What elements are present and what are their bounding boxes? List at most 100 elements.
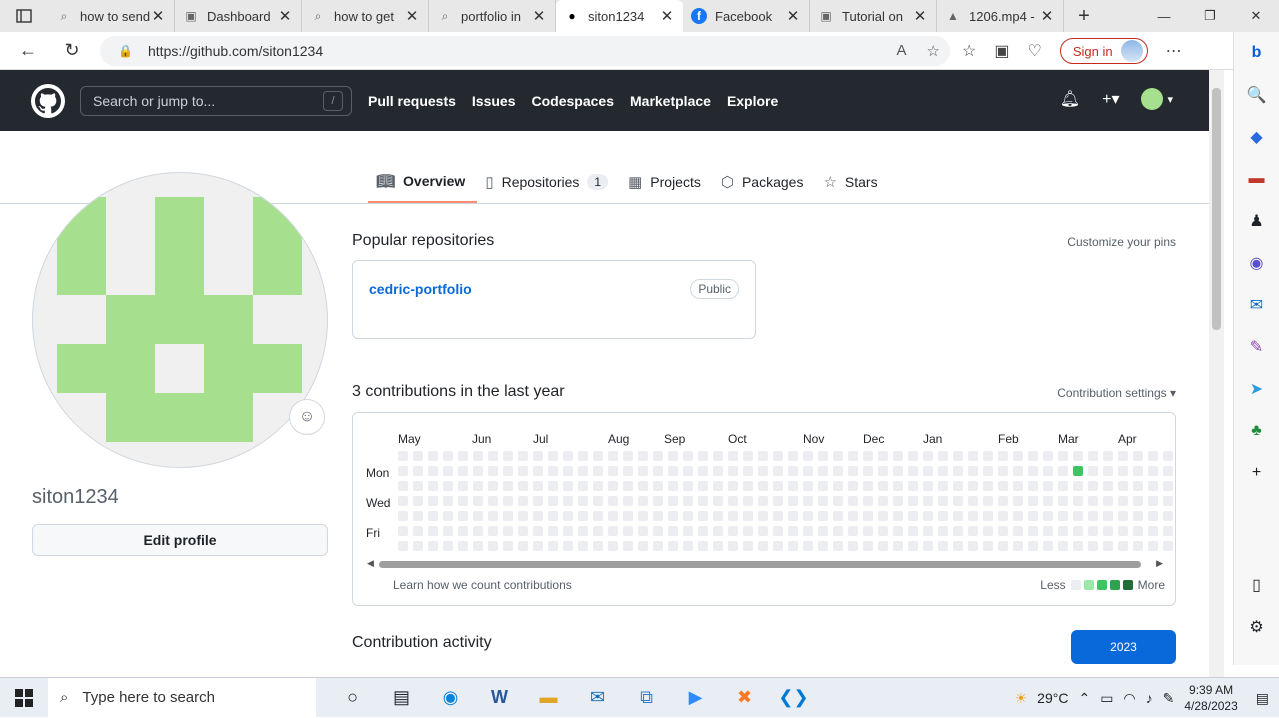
contribution-day-cell[interactable] [863, 481, 873, 491]
contribution-day-cell[interactable] [758, 526, 768, 536]
contribution-day-cell[interactable] [548, 481, 558, 491]
contribution-day-cell[interactable] [893, 496, 903, 506]
contribution-day-cell[interactable] [593, 496, 603, 506]
contribution-day-cell[interactable] [548, 511, 558, 521]
contribution-day-cell[interactable] [803, 496, 813, 506]
browser-tab-7[interactable]: ▲ 1206.mp4 - ✕ [937, 0, 1064, 32]
contribution-day-cell[interactable] [548, 526, 558, 536]
contribution-day-cell[interactable] [908, 481, 918, 491]
tools-icon[interactable]: ▬ [1234, 158, 1279, 200]
contribution-day-cell[interactable] [1103, 466, 1113, 476]
contribution-day-cell[interactable] [1058, 451, 1068, 461]
contribution-day-cell[interactable] [503, 541, 513, 551]
contribution-day-cell[interactable] [398, 541, 408, 551]
contribution-day-cell[interactable] [578, 526, 588, 536]
contribution-day-cell[interactable] [1088, 496, 1098, 506]
contribution-day-cell[interactable] [878, 541, 888, 551]
contribution-day-cell[interactable] [653, 496, 663, 506]
contribution-day-cell[interactable] [803, 481, 813, 491]
contribution-day-cell[interactable] [953, 511, 963, 521]
contribution-day-cell[interactable] [1028, 526, 1038, 536]
contribution-day-cell[interactable] [1043, 526, 1053, 536]
contribution-day-cell[interactable] [788, 496, 798, 506]
settings-gear-icon[interactable]: ⚙ [1234, 606, 1279, 648]
contribution-day-cell[interactable] [578, 466, 588, 476]
refresh-button[interactable]: ↻ [50, 40, 94, 61]
contribution-day-cell[interactable] [533, 451, 543, 461]
contribution-day-cell[interactable] [608, 541, 618, 551]
contribution-day-cell[interactable] [1148, 511, 1158, 521]
contribution-day-cell[interactable] [713, 511, 723, 521]
contribution-day-cell[interactable] [938, 511, 948, 521]
contribution-day-cell[interactable] [773, 541, 783, 551]
contribution-day-cell[interactable] [1073, 541, 1083, 551]
contribution-day-cell[interactable] [923, 466, 933, 476]
browser-tab-1[interactable]: ▣ Dashboard ✕ [175, 0, 302, 32]
contribution-day-cell[interactable] [848, 541, 858, 551]
calendar-scroll-thumb[interactable] [379, 561, 1141, 568]
contribution-day-cell[interactable] [413, 466, 423, 476]
contribution-day-cell[interactable] [473, 511, 483, 521]
contribution-day-cell[interactable] [1088, 526, 1098, 536]
contribution-day-cell[interactable] [608, 511, 618, 521]
contribution-day-cell[interactable] [848, 451, 858, 461]
contribution-day-cell[interactable] [788, 481, 798, 491]
contribution-day-cell[interactable] [983, 541, 993, 551]
contribution-day-cell[interactable] [788, 511, 798, 521]
contribution-day-cell[interactable] [668, 496, 678, 506]
contribution-day-cell[interactable] [413, 451, 423, 461]
repo-name-link[interactable]: cedric-portfolio [369, 281, 472, 297]
contribution-day-cell[interactable] [1133, 496, 1143, 506]
contribution-day-cell[interactable] [683, 481, 693, 491]
contribution-day-cell[interactable] [1118, 526, 1128, 536]
contribution-day-cell[interactable] [683, 466, 693, 476]
contribution-day-cell[interactable] [908, 451, 918, 461]
contribution-day-cell[interactable] [983, 466, 993, 476]
contribution-day-cell[interactable] [1028, 451, 1038, 461]
contribution-day-cell[interactable] [833, 466, 843, 476]
contribution-day-cell[interactable] [878, 526, 888, 536]
contribution-day-cell[interactable] [773, 466, 783, 476]
contribution-day-cell[interactable] [638, 526, 648, 536]
contribution-day-cell[interactable] [503, 481, 513, 491]
contribution-day-cell[interactable] [428, 451, 438, 461]
contribution-day-cell[interactable] [653, 481, 663, 491]
notifications-icon[interactable]: ▤ [1256, 690, 1269, 707]
favorites-icon[interactable]: ☆ [962, 41, 976, 61]
contribution-day-cell[interactable] [1148, 541, 1158, 551]
contribution-day-cell[interactable] [488, 451, 498, 461]
contribution-day-cell[interactable] [593, 481, 603, 491]
contribution-day-cell[interactable] [533, 481, 543, 491]
contribution-day-cell[interactable] [698, 481, 708, 491]
contribution-day-cell[interactable] [908, 541, 918, 551]
contribution-day-cell[interactable] [968, 466, 978, 476]
contribution-day-cell[interactable] [638, 451, 648, 461]
contribution-day-cell[interactable] [803, 526, 813, 536]
contribution-day-cell[interactable] [398, 466, 408, 476]
contribution-day-cell[interactable] [968, 481, 978, 491]
contribution-day-cell[interactable] [1013, 451, 1023, 461]
contribution-day-cell[interactable] [998, 451, 1008, 461]
profile-avatar[interactable] [32, 172, 328, 468]
contribution-day-cell[interactable] [908, 466, 918, 476]
contribution-day-cell[interactable] [728, 451, 738, 461]
contribution-day-cell[interactable] [878, 496, 888, 506]
contribution-day-cell[interactable] [983, 451, 993, 461]
contribution-day-cell[interactable] [533, 526, 543, 536]
volume-icon[interactable]: ♪ [1146, 690, 1153, 706]
taskbar-clock[interactable]: 9:39 AM 4/28/2023 [1184, 682, 1237, 714]
contribution-day-cell[interactable] [653, 466, 663, 476]
lock-icon[interactable]: 🔒 [118, 44, 140, 58]
contribution-day-cell[interactable] [998, 496, 1008, 506]
contribution-day-cell[interactable] [938, 496, 948, 506]
contribution-day-cell[interactable] [818, 466, 828, 476]
contribution-day-cell[interactable] [593, 511, 603, 521]
contribution-day-cell[interactable] [773, 511, 783, 521]
contribution-day-cell[interactable] [1043, 541, 1053, 551]
maximize-button[interactable]: ❐ [1187, 0, 1233, 32]
close-tab-icon[interactable]: ✕ [277, 7, 293, 25]
contribution-day-cell[interactable] [533, 496, 543, 506]
contribution-day-cell[interactable] [518, 511, 528, 521]
contribution-day-cell[interactable] [608, 526, 618, 536]
contribution-day-cell[interactable] [638, 496, 648, 506]
